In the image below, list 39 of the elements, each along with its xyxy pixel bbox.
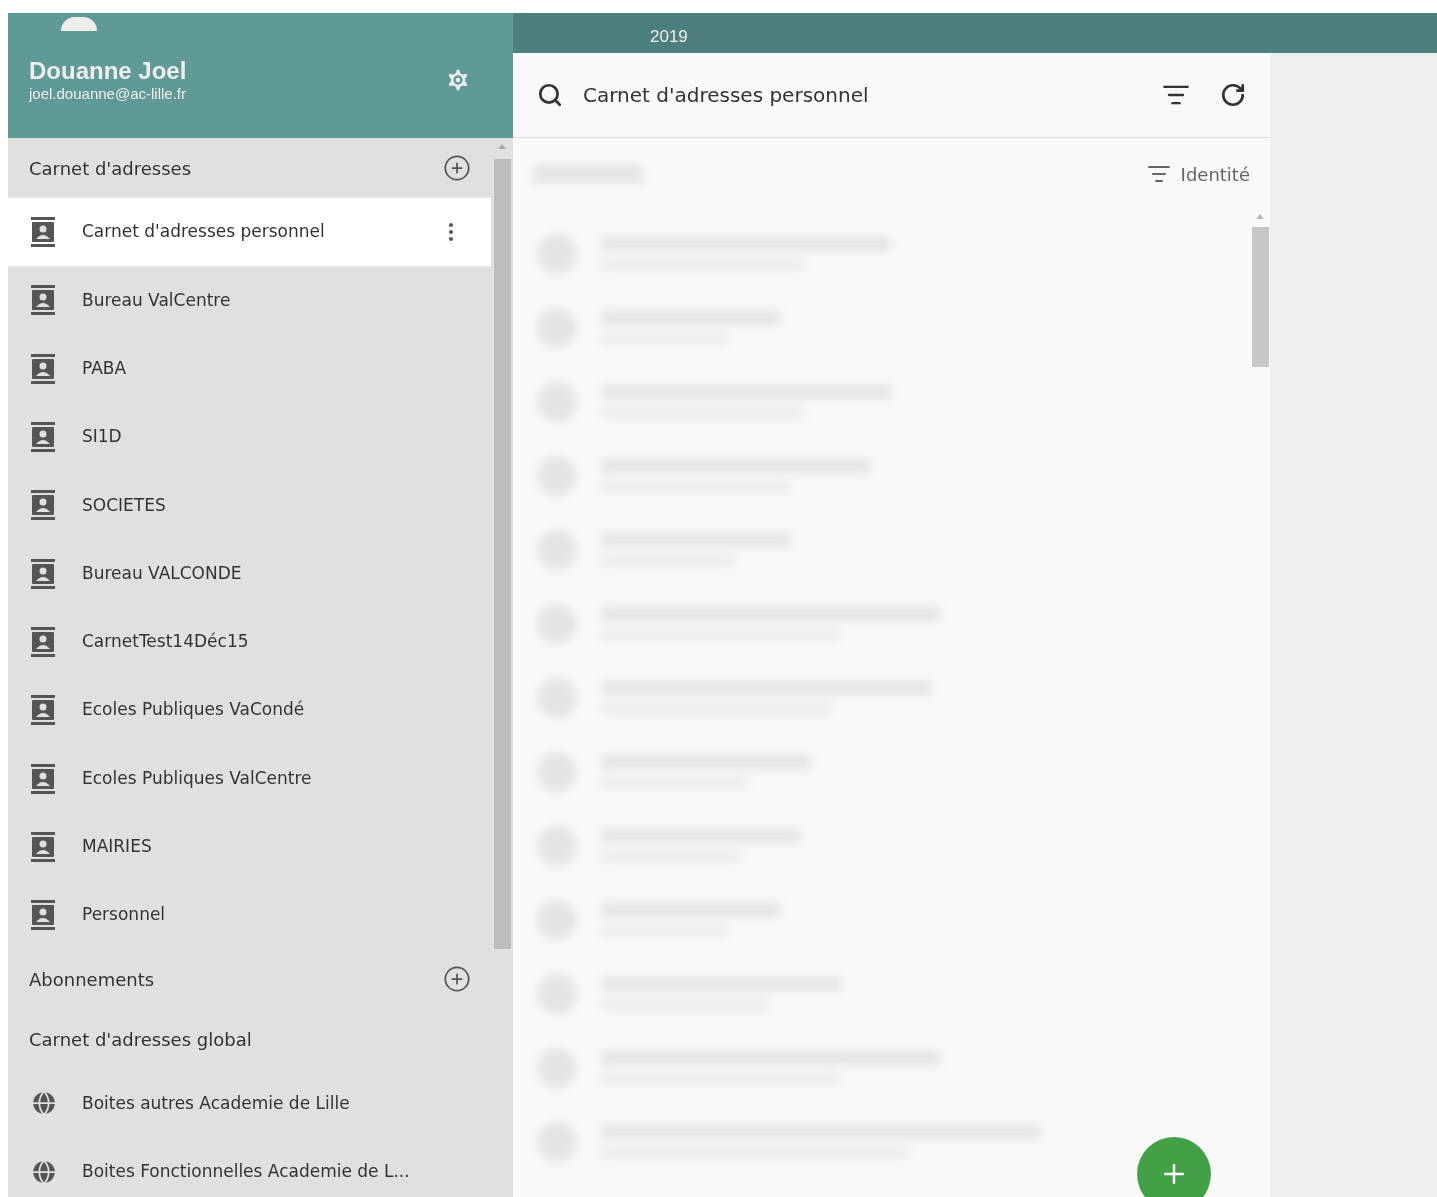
user-email: joel.douanne@ac-lille.fr [29,85,187,103]
contact-book-icon [30,763,56,794]
item-label: Boites Fonctionnelles Academie de L... [82,1159,411,1183]
item-label: CarnetTest14Déc15 [82,630,250,654]
item-label: SI1D [82,425,123,449]
user-name: Douanne Joel [29,57,188,85]
add-icon[interactable] [443,965,471,994]
address-book-item[interactable]: Carnet d'adresses personnel [8,198,491,267]
section-title: Carnet d'adresses global [29,1028,252,1050]
item-label: Bureau VALCONDE [82,561,243,585]
section-title: Abonnements [29,968,155,990]
item-label: PABA [82,357,128,380]
contact-book-icon [30,422,56,453]
contact-book-icon [30,831,56,862]
item-label: Bureau ValCentre [82,288,232,312]
search-icon [537,82,563,108]
contact-book-icon [30,900,56,931]
contact-book-icon [30,490,56,521]
contact-book-icon [30,353,56,384]
sort-button[interactable]: Identité [1146,160,1250,188]
date-year: 2019 [650,28,688,45]
section-title: Carnet d'adresses [29,157,192,179]
item-label: Carnet d'adresses personnel [82,220,326,244]
contact-book-icon [30,558,56,589]
item-label: Boites autres Academie de Lille [82,1091,351,1115]
item-label: Personnel [82,903,167,927]
contact-book-icon [30,695,56,726]
item-label: MAIRIES [82,835,153,859]
item-label: SOCIETES [82,493,167,517]
contact-book-icon [30,285,56,316]
search-field[interactable]: Carnet d'adresses personnel [583,80,1162,110]
avatar-icon [61,17,97,31]
item-label: Ecoles Publiques ValCentre [82,766,313,790]
add-contact-button[interactable] [1137,1137,1211,1197]
contact-book-icon [30,626,56,657]
item-label: Ecoles Publiques VaCondé [82,698,306,722]
contact-book-icon [30,217,56,248]
refresh-icon[interactable] [1220,82,1246,108]
add-icon[interactable] [443,154,471,182]
